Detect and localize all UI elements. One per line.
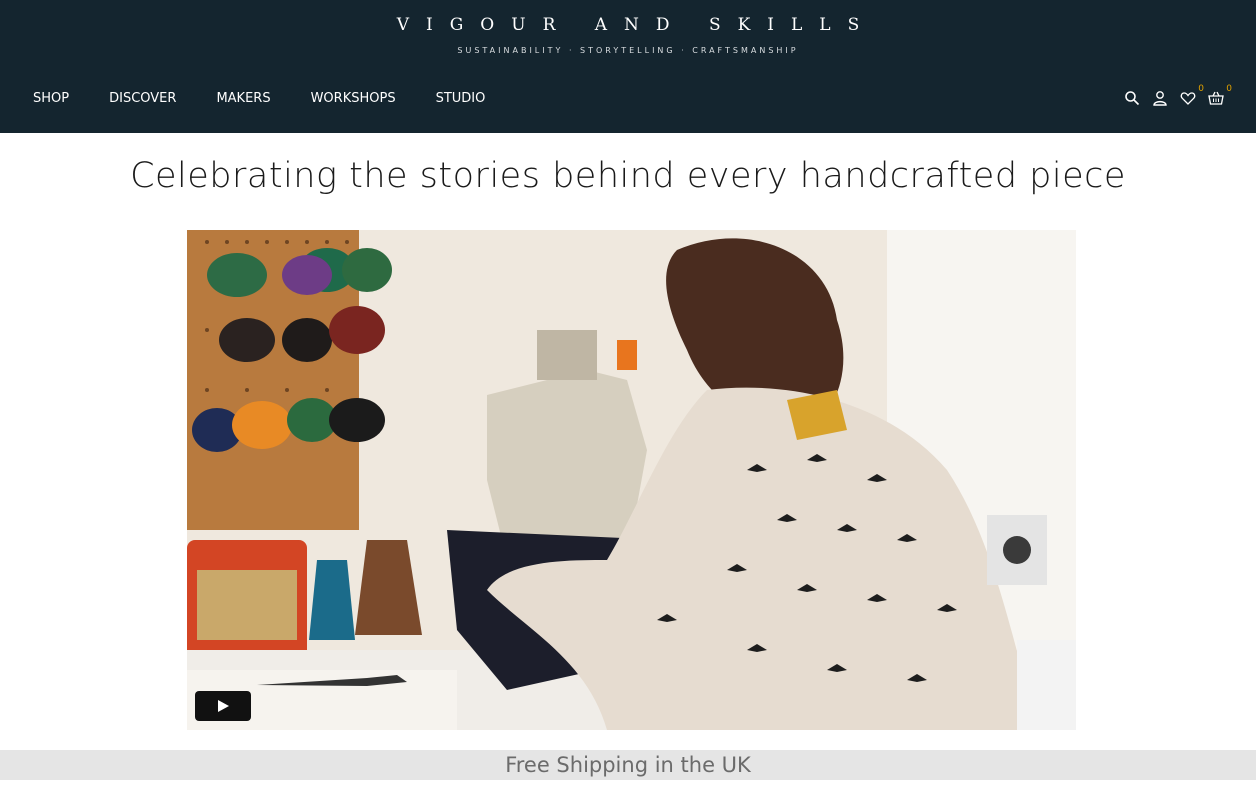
brand-tagline: SUSTAINABILITY · STORYTELLING · CRAFTSMA… <box>457 46 799 55</box>
nav-item-shop[interactable]: SHOP <box>33 90 69 108</box>
nav-item-studio[interactable]: STUDIO <box>436 90 486 108</box>
account-button[interactable] <box>1148 86 1172 110</box>
header-tools: 0 0 <box>1116 84 1232 110</box>
video-player[interactable] <box>187 230 1076 730</box>
wishlist-button[interactable]: 0 <box>1176 84 1204 110</box>
basket-icon <box>1208 91 1224 105</box>
heart-icon <box>1180 92 1196 105</box>
cart-button[interactable]: 0 <box>1204 84 1232 110</box>
brand-name: VIGOUR AND SKILLS <box>396 15 877 35</box>
user-icon <box>1153 91 1167 106</box>
page-headline: Celebrating the stories behind every han… <box>130 156 1126 196</box>
brand-logo[interactable]: VIGOUR AND SKILLS SUSTAINABILITY · STORY… <box>0 14 1256 55</box>
search-button[interactable] <box>1120 86 1144 110</box>
video-thumbnail <box>187 230 1076 730</box>
main-nav: SHOP DISCOVER MAKERS WORKSHOPS STUDIO <box>33 90 525 108</box>
search-icon <box>1125 91 1140 106</box>
site-header: VIGOUR AND SKILLS SUSTAINABILITY · STORY… <box>0 0 1256 133</box>
cart-count: 0 <box>1226 84 1232 94</box>
nav-item-discover[interactable]: DISCOVER <box>109 90 176 108</box>
shipping-banner-text: Free Shipping in the UK <box>505 753 751 777</box>
play-button[interactable] <box>195 691 251 721</box>
shipping-banner: Free Shipping in the UK <box>0 750 1256 780</box>
nav-item-workshops[interactable]: WORKSHOPS <box>311 90 396 108</box>
nav-item-makers[interactable]: MAKERS <box>216 90 270 108</box>
play-icon <box>218 700 229 712</box>
